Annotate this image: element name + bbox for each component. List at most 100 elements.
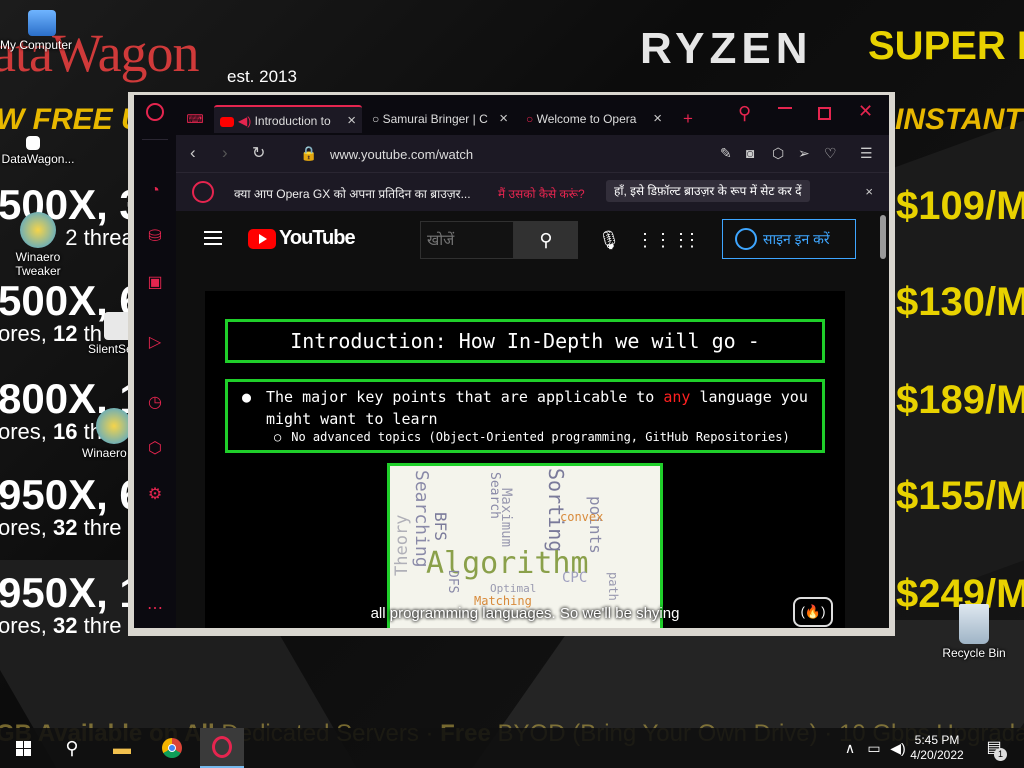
edit-icon[interactable]: ✎ bbox=[720, 145, 732, 162]
easy-setup-icon[interactable]: ☰ bbox=[860, 145, 873, 162]
minimize-button[interactable] bbox=[778, 107, 792, 109]
set-default-button[interactable]: हाँ, इसे डिफ़ॉल्ट ब्राउज़र के रूप में से… bbox=[606, 180, 810, 202]
search-icon: ⚲ bbox=[539, 230, 553, 250]
opera-favicon-icon: ○ bbox=[372, 112, 380, 126]
clock-date: 4/20/2022 bbox=[910, 748, 964, 762]
url-field[interactable]: www.youtube.com/watch bbox=[330, 147, 473, 162]
prompt-question: क्या आप Opera GX को अपना प्रतिदिन का ब्र… bbox=[234, 187, 471, 201]
wallpaper-cpu-line: 950X, 1 ores, 32 thre bbox=[0, 569, 143, 638]
new-tab-button[interactable]: + bbox=[676, 105, 700, 133]
windows-taskbar: ⚲ ▬ ∧ ▭ ◀) 5:45 PM 4/20/2022 ▤ 1 bbox=[0, 728, 1024, 768]
more-dots-icon[interactable]: ⋯ bbox=[145, 599, 165, 619]
tab-bar: ⌨ ◀) Introduction to × ○ Samurai Bringer… bbox=[176, 95, 889, 135]
shortcut-icon bbox=[26, 136, 40, 150]
opera-menu-icon[interactable] bbox=[146, 103, 164, 121]
youtube-play-icon bbox=[248, 228, 276, 249]
cube-icon[interactable]: ⬡ bbox=[772, 145, 784, 162]
gamepad-icon[interactable]: ⌨ bbox=[180, 105, 210, 133]
prompt-how-link[interactable]: मैं उसको कैसे करूं? bbox=[498, 185, 585, 202]
wallpaper-price: $189/M bbox=[896, 378, 1024, 422]
search-icon[interactable]: ⚲ bbox=[60, 736, 84, 760]
desktop-icon-recycle-bin[interactable]: Recycle Bin bbox=[932, 604, 1016, 660]
desktop-icon-my-computer[interactable]: My Computer bbox=[0, 10, 78, 52]
web-content: YouTube ⚲ 🎙 ⋮⋮⋮ ⋮ साइन इन करें Introduct… bbox=[176, 211, 889, 628]
slide-title: Introduction: How In-Depth we will go - bbox=[225, 319, 825, 363]
wallpaper-cpu-line: 950X, 6 ores, 32 thre bbox=[0, 471, 143, 540]
youtube-header: YouTube ⚲ 🎙 ⋮⋮⋮ ⋮ साइन इन करें bbox=[176, 211, 889, 267]
desktop-icon-datawagon[interactable]: DataWagon... bbox=[0, 136, 80, 166]
twitch-icon[interactable]: ▣ bbox=[145, 273, 165, 293]
opera-gx-icon bbox=[212, 736, 232, 758]
tab-welcome-opera[interactable]: ○ Welcome to Opera × bbox=[520, 105, 668, 133]
opera-gx-window: ◔ ⛁ ▣ ▷ ◷ ⬡ ⚙ ⋯ ⌨ ◀) Introduction to × ○… bbox=[128, 92, 895, 636]
wallpaper-ryzen: RYZEN bbox=[640, 24, 813, 73]
history-icon[interactable]: ◷ bbox=[145, 393, 165, 413]
wallpaper-price: $155/M bbox=[896, 474, 1024, 518]
close-tab-icon[interactable]: × bbox=[499, 105, 508, 133]
heart-icon[interactable]: ♡ bbox=[824, 145, 837, 162]
close-window-button[interactable]: ✕ bbox=[858, 101, 873, 122]
video-player[interactable]: Introduction: How In-Depth we will go - … bbox=[205, 291, 845, 628]
forward-button[interactable]: › bbox=[222, 143, 228, 163]
wallpaper-price: $109/M bbox=[896, 184, 1024, 228]
wallpaper-banner-right: INSTANT bbox=[895, 103, 1023, 136]
opera-logo-icon bbox=[192, 181, 214, 203]
opera-gx-taskbar-button[interactable] bbox=[200, 728, 244, 768]
send-icon[interactable]: ➢ bbox=[798, 145, 810, 162]
close-tab-icon[interactable]: × bbox=[653, 105, 662, 133]
notification-count-badge: 1 bbox=[994, 748, 1007, 761]
hamburger-menu-icon[interactable] bbox=[204, 231, 222, 245]
start-button[interactable] bbox=[12, 736, 36, 760]
maximize-button[interactable] bbox=[818, 107, 831, 120]
settings-dots-icon[interactable]: ⋮ bbox=[682, 225, 702, 255]
winaero-icon bbox=[20, 212, 56, 248]
slide-bullets: ● The major key points that are applicab… bbox=[225, 379, 825, 453]
extensions-cube-icon[interactable]: ⬡ bbox=[145, 439, 165, 459]
chrome-icon[interactable] bbox=[160, 736, 184, 760]
wordcloud-image: Searching Sorting points Theory BFS Maxi… bbox=[387, 463, 663, 628]
windows-logo-icon bbox=[16, 741, 31, 756]
settings-gear-icon[interactable]: ⚙ bbox=[145, 485, 165, 505]
youtube-logo[interactable]: YouTube bbox=[248, 227, 356, 250]
sign-in-button[interactable]: साइन इन करें bbox=[722, 219, 856, 259]
computer-icon bbox=[28, 10, 56, 36]
volume-icon[interactable]: ◀) bbox=[886, 736, 910, 760]
tab-introduction[interactable]: ◀) Introduction to × bbox=[214, 105, 362, 133]
back-button[interactable]: ‹ bbox=[190, 143, 196, 163]
apps-grid-icon[interactable]: ⋮⋮⋮ bbox=[636, 225, 690, 255]
address-bar: ‹ › ↻ 🔒 www.youtube.com/watch ✎ ◙ ⬡ ➢ ♡ … bbox=[176, 135, 889, 173]
gx-control-icon[interactable]: ⛁ bbox=[145, 227, 165, 247]
file-explorer-icon[interactable]: ▬ bbox=[110, 736, 134, 760]
desktop-icon-winaero-tweaker[interactable]: Winaero Tweaker bbox=[0, 212, 80, 278]
gx-sidebar: ◔ ⛁ ▣ ▷ ◷ ⬡ ⚙ ⋯ bbox=[134, 95, 176, 628]
close-tab-icon[interactable]: × bbox=[347, 107, 356, 133]
chevron-up-icon[interactable]: ∧ bbox=[838, 736, 862, 760]
youtube-favicon-icon bbox=[220, 116, 234, 127]
wallpaper-super: SUPER D bbox=[868, 24, 1024, 68]
clock-time: 5:45 PM bbox=[914, 733, 960, 747]
recycle-bin-icon bbox=[959, 604, 989, 644]
player-icon[interactable]: ▷ bbox=[145, 333, 165, 353]
page-scrollbar[interactable] bbox=[879, 211, 887, 628]
lock-icon[interactable]: 🔒 bbox=[300, 145, 317, 162]
account-icon bbox=[735, 228, 757, 250]
speed-dial-icon[interactable]: ◔ bbox=[145, 181, 165, 201]
system-clock[interactable]: 5:45 PM 4/20/2022 bbox=[910, 733, 964, 763]
tab-samurai-bringer[interactable]: ○ Samurai Bringer | C × bbox=[366, 105, 514, 133]
winaero-icon bbox=[96, 408, 132, 444]
wallpaper-banner-left: W FREE U bbox=[0, 103, 143, 136]
network-icon[interactable]: ▭ bbox=[862, 736, 886, 760]
video-caption: all programming languages. So we'll be s… bbox=[370, 605, 680, 622]
mic-icon[interactable]: 🎙 bbox=[596, 225, 622, 255]
wallpaper-est: est. 2013 bbox=[227, 67, 297, 86]
audio-playing-icon[interactable]: ◀) bbox=[238, 114, 251, 128]
search-input[interactable] bbox=[420, 221, 514, 259]
camera-icon[interactable]: ◙ bbox=[746, 145, 754, 161]
opera-favicon-icon: ○ bbox=[526, 112, 534, 126]
search-button[interactable]: ⚲ bbox=[514, 221, 578, 259]
reload-button[interactable]: ↻ bbox=[252, 143, 265, 163]
search-tabs-icon[interactable]: ⚲ bbox=[738, 103, 751, 124]
notifications-icon[interactable]: ▤ 1 bbox=[982, 736, 1007, 761]
default-browser-prompt: क्या आप Opera GX को अपना प्रतिदिन का ब्र… bbox=[176, 173, 889, 211]
close-prompt-icon[interactable]: × bbox=[865, 184, 873, 199]
